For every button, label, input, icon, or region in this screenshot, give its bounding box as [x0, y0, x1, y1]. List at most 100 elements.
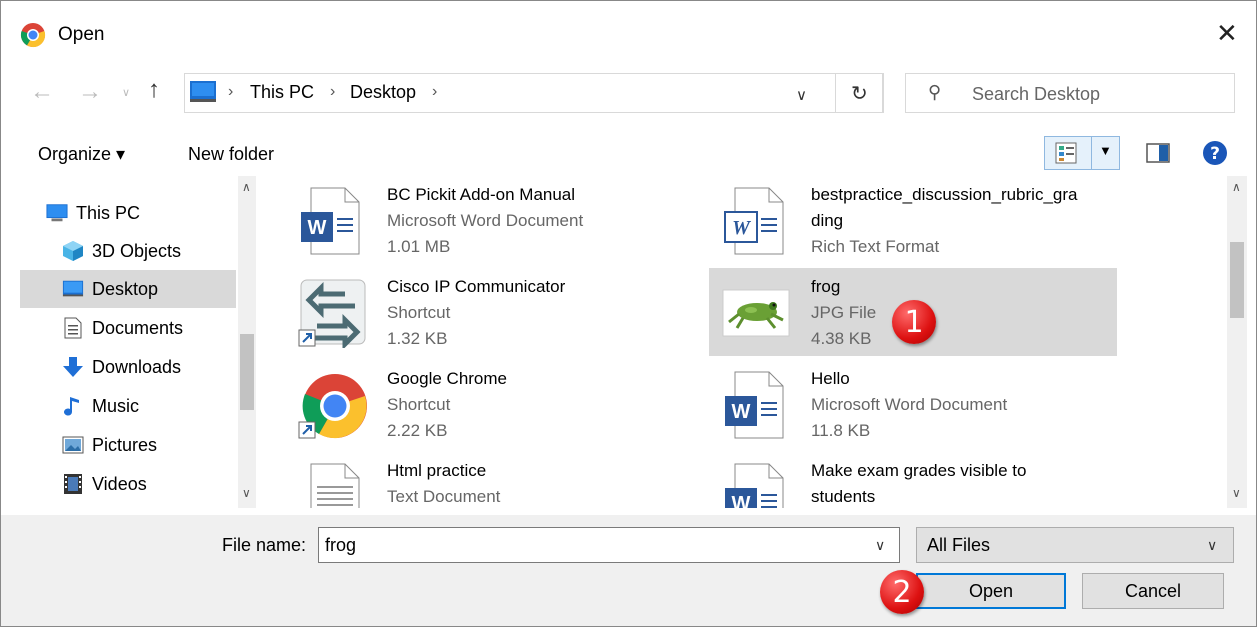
rtf-doc-icon: W [724, 187, 784, 255]
file-item-html-practice[interactable]: Html practice Text Document [285, 452, 685, 508]
sidebar-item-videos[interactable]: Videos [62, 465, 236, 503]
file-name-dropdown-icon[interactable]: ∨ [875, 537, 885, 554]
file-name: Make exam grades visible to [811, 461, 1027, 480]
file-list-scrollbar[interactable]: ∧ ∨ [1227, 176, 1247, 508]
step-1-badge: 1 [892, 300, 936, 344]
file-list: W BC Pickit Add-on Manual Microsoft Word… [285, 176, 1225, 508]
videos-icon [62, 473, 84, 495]
close-button[interactable]: ✕ [1216, 18, 1238, 49]
file-name: Cisco IP Communicator [387, 277, 566, 296]
file-name-label: File name: [222, 535, 307, 555]
open-button-label: Open [968, 580, 1014, 601]
organize-menu[interactable]: Organize ▾ [38, 144, 125, 165]
sidebar-item-desktop[interactable]: Desktop [20, 270, 236, 308]
file-item-hello[interactable]: W Hello Microsoft Word Document 11.8 KB [709, 360, 1109, 448]
back-arrow-icon[interactable]: ← [30, 78, 54, 106]
svg-text:W: W [732, 217, 751, 239]
sidebar-item-label: Music [92, 395, 140, 416]
view-dropdown-icon: ▼ [1099, 143, 1112, 158]
chrome-logo-icon [20, 23, 46, 48]
details-view-icon [1055, 142, 1077, 164]
sidebar-scrollbar[interactable]: ∧ ∨ [238, 176, 256, 508]
view-options-button[interactable]: ▼ [1044, 136, 1120, 170]
forward-arrow-icon[interactable]: → [78, 78, 102, 106]
cancel-button-label: Cancel [1124, 580, 1182, 601]
scroll-up-icon[interactable]: ∧ [1232, 180, 1241, 194]
file-size: 4.38 KB [811, 329, 872, 348]
sidebar-item-3d-objects[interactable]: 3D Objects [62, 232, 236, 270]
new-folder-button[interactable]: New folder [188, 144, 274, 165]
cancel-button[interactable]: Cancel [1082, 573, 1224, 609]
breadcrumb-desktop[interactable]: Desktop [350, 82, 416, 103]
preview-pane-icon[interactable] [1146, 143, 1170, 163]
sidebar-item-downloads[interactable]: Downloads [62, 348, 236, 386]
scroll-down-icon[interactable]: ∨ [242, 486, 251, 500]
file-item-google-chrome[interactable]: Google Chrome Shortcut 2.22 KB [285, 360, 685, 448]
file-item-bestpractice[interactable]: W bestpractice_discussion_rubric_gra din… [709, 176, 1109, 264]
pc-location-icon [190, 81, 216, 102]
file-type: Microsoft Word Document [811, 395, 1008, 414]
sidebar-item-label: This PC [76, 202, 141, 223]
svg-text:W: W [732, 401, 751, 423]
text-doc-icon [310, 463, 360, 508]
sidebar-item-label: 3D Objects [92, 240, 182, 261]
file-name-input[interactable]: frog ∨ [318, 527, 900, 563]
file-list-scroll-thumb[interactable] [1230, 242, 1244, 318]
sidebar-item-pictures[interactable]: Pictures [62, 426, 236, 464]
bottom-panel: File name: frog ∨ All Files ∨ Open Cance… [0, 515, 1257, 627]
file-size: 1.32 KB [387, 329, 448, 348]
search-input[interactable]: ⚲ Search Desktop [905, 73, 1235, 113]
file-item-bc-pickit[interactable]: W BC Pickit Add-on Manual Microsoft Word… [285, 176, 685, 264]
svg-text:?: ? [1210, 144, 1220, 164]
search-placeholder: Search Desktop [972, 84, 1101, 104]
desktop-icon [62, 278, 84, 300]
help-icon[interactable]: ? [1202, 140, 1228, 166]
music-icon [62, 395, 84, 417]
breadcrumb-this-pc[interactable]: This PC [250, 82, 314, 103]
file-type-filter-value: All Files [927, 535, 991, 555]
open-button[interactable]: Open [916, 573, 1066, 609]
file-type: Text Document [387, 487, 501, 506]
sidebar-item-label: Desktop [92, 278, 159, 299]
file-name-line2: students [811, 487, 876, 506]
recent-chevron-icon[interactable]: ∨ [122, 86, 130, 99]
file-name: bestpractice_discussion_rubric_gra [811, 185, 1078, 204]
breadcrumb-separator-icon: › [432, 83, 438, 100]
address-dropdown-icon[interactable]: ∨ [796, 86, 807, 104]
file-size: 11.8 KB [811, 421, 871, 440]
file-name-line2: ding [811, 211, 844, 230]
file-type-filter[interactable]: All Files ∨ [916, 527, 1234, 563]
dialog-title: Open [58, 24, 105, 45]
sidebar-item-label: Videos [92, 473, 147, 494]
svg-text:W: W [732, 493, 751, 508]
sidebar-item-music[interactable]: Music [62, 387, 236, 425]
title-bar: Open ✕ [0, 0, 1257, 70]
svg-text:W: W [308, 217, 327, 239]
file-item-make-exam-grades[interactable]: W Make exam grades visible to students [709, 452, 1109, 508]
word-doc-icon: W [301, 187, 360, 255]
sidebar-item-label: Pictures [92, 434, 158, 455]
refresh-button[interactable]: ↻ [835, 73, 883, 113]
file-type: JPG File [811, 303, 877, 322]
sidebar-scroll-thumb[interactable] [240, 334, 254, 410]
file-name: BC Pickit Add-on Manual [387, 185, 576, 204]
scroll-down-icon[interactable]: ∨ [1232, 486, 1241, 500]
scroll-up-icon[interactable]: ∧ [242, 180, 251, 194]
breadcrumb-separator-icon: › [228, 83, 234, 100]
file-size: 2.22 KB [387, 421, 448, 440]
up-arrow-icon[interactable]: ↑ [148, 76, 160, 104]
cisco-shortcut-icon [298, 279, 366, 348]
chrome-shortcut-icon [298, 374, 367, 439]
file-item-cisco[interactable]: Cisco IP Communicator Shortcut 1.32 KB [285, 268, 685, 356]
filter-dropdown-icon: ∨ [1207, 537, 1218, 553]
word-doc-icon: W [725, 371, 784, 439]
sidebar-item-this-pc[interactable]: This PC [46, 194, 236, 232]
file-name: frog [811, 277, 841, 296]
sidebar-item-documents[interactable]: Documents [62, 309, 236, 347]
file-type: Microsoft Word Document [387, 211, 584, 230]
file-name-value: frog [325, 535, 357, 555]
cube-icon [62, 240, 84, 262]
sidebar-item-label: Documents [92, 317, 184, 338]
file-type: Shortcut [387, 395, 451, 414]
refresh-icon: ↻ [851, 83, 868, 105]
